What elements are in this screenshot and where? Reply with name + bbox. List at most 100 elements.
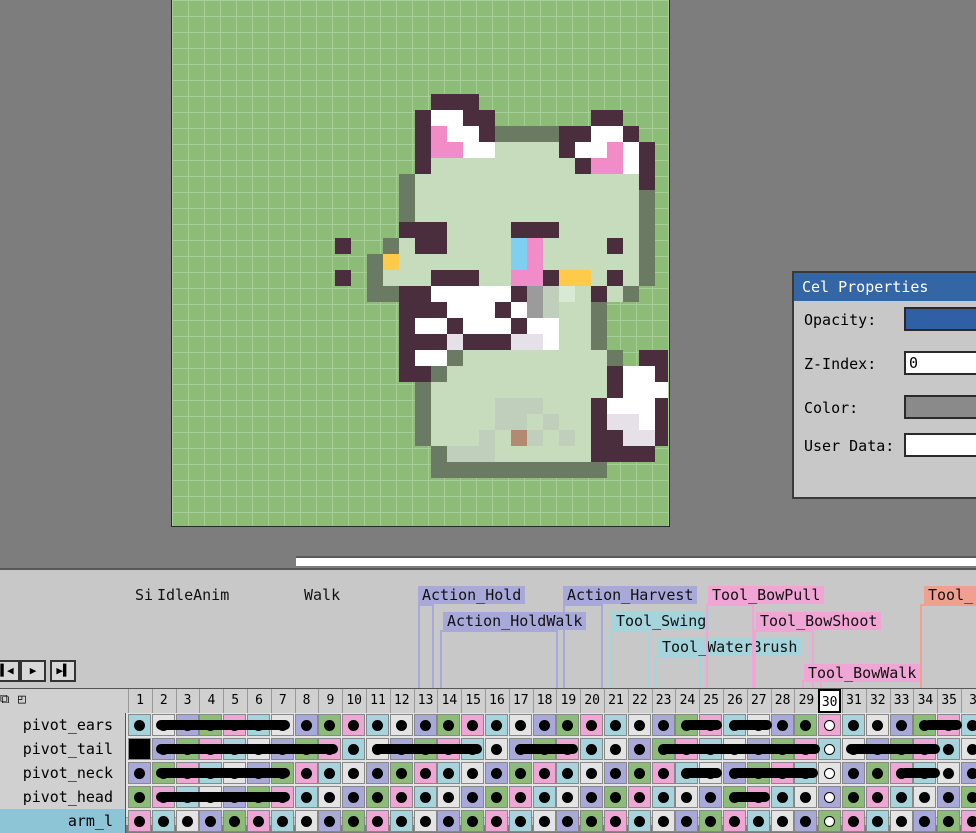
cel[interactable] bbox=[746, 810, 770, 832]
cel[interactable] bbox=[342, 810, 366, 832]
layer-row[interactable]: pivot_neck bbox=[0, 761, 976, 786]
cel[interactable] bbox=[580, 786, 604, 808]
cel[interactable] bbox=[437, 810, 461, 832]
last-frame-button[interactable]: ▶▌ bbox=[50, 660, 76, 682]
layer-row[interactable]: arm_l bbox=[0, 809, 976, 833]
cel[interactable] bbox=[461, 810, 485, 832]
cel[interactable] bbox=[389, 786, 413, 808]
frame-number[interactable]: 23 bbox=[651, 689, 675, 713]
frame-number[interactable]: 16 bbox=[485, 689, 508, 713]
cel[interactable] bbox=[770, 786, 794, 808]
cel-properties-window[interactable]: Cel Properties Opacity: Z-Index: 0 Color… bbox=[792, 271, 976, 499]
frame-number[interactable]: 15 bbox=[461, 689, 484, 713]
cel[interactable] bbox=[270, 810, 294, 832]
cel[interactable] bbox=[294, 762, 318, 784]
userdata-field[interactable] bbox=[904, 433, 976, 457]
canvas-area[interactable]: Cel Properties Opacity: Z-Index: 0 Color… bbox=[0, 0, 976, 568]
cel[interactable] bbox=[818, 762, 842, 784]
cel[interactable] bbox=[461, 786, 485, 808]
frame-number[interactable]: 17 bbox=[508, 689, 532, 713]
cel[interactable] bbox=[723, 810, 746, 832]
cel[interactable] bbox=[937, 810, 961, 832]
cel[interactable] bbox=[889, 810, 913, 832]
play-button[interactable]: ▶ bbox=[20, 660, 46, 682]
cel[interactable] bbox=[461, 714, 485, 736]
tag-label[interactable]: IdleAnim bbox=[153, 586, 234, 604]
frame-number[interactable]: 20 bbox=[580, 689, 603, 713]
cel[interactable] bbox=[913, 786, 937, 808]
tag-label[interactable]: Walk bbox=[300, 586, 345, 604]
cel[interactable] bbox=[366, 810, 389, 832]
cel[interactable] bbox=[889, 786, 913, 808]
frame-header[interactable]: ⧉ ◰ 1 2 3 4 5 6 7 8 9 10 11 12 13 14 15 16 17 18 19 20 21 22 2… bbox=[0, 688, 976, 714]
cel[interactable] bbox=[485, 810, 508, 832]
cel[interactable] bbox=[508, 786, 532, 808]
cel[interactable] bbox=[604, 738, 627, 760]
cel[interactable] bbox=[961, 738, 976, 760]
cel[interactable] bbox=[342, 738, 366, 760]
cel[interactable] bbox=[865, 810, 889, 832]
cel[interactable] bbox=[151, 810, 175, 832]
cel[interactable] bbox=[961, 810, 976, 832]
cel[interactable] bbox=[532, 810, 556, 832]
frame-number[interactable]: 24 bbox=[675, 689, 698, 713]
cel[interactable] bbox=[318, 810, 342, 832]
cel[interactable] bbox=[818, 786, 842, 808]
cel[interactable] bbox=[366, 786, 389, 808]
frame-number[interactable]: 19 bbox=[556, 689, 579, 713]
cel[interactable] bbox=[389, 810, 413, 832]
cel[interactable] bbox=[842, 762, 865, 784]
cel[interactable] bbox=[865, 786, 889, 808]
frame-number[interactable]: 32 bbox=[865, 689, 889, 713]
cel[interactable] bbox=[366, 714, 389, 736]
tag-label[interactable]: Action_Hold bbox=[418, 586, 526, 604]
timeline-panel[interactable]: Sit IdleAnim Walk Action_Hold Action_HoldWal… bbox=[0, 568, 976, 833]
window-title[interactable]: Cel Properties bbox=[794, 273, 976, 301]
cel[interactable] bbox=[699, 810, 723, 832]
cel[interactable] bbox=[128, 738, 151, 760]
frame-number[interactable]: 34 bbox=[913, 689, 936, 713]
layer-row[interactable]: pivot_head bbox=[0, 785, 976, 810]
frame-number[interactable]: 30 bbox=[818, 689, 842, 713]
cel[interactable] bbox=[604, 762, 627, 784]
tag-label[interactable]: Tool_Swing bbox=[612, 612, 711, 630]
cel[interactable] bbox=[413, 762, 437, 784]
cel[interactable] bbox=[413, 810, 437, 832]
cel[interactable] bbox=[485, 714, 508, 736]
cel[interactable] bbox=[532, 714, 556, 736]
cel[interactable] bbox=[556, 714, 580, 736]
cel[interactable] bbox=[128, 714, 151, 736]
cel[interactable] bbox=[580, 810, 604, 832]
cel[interactable] bbox=[556, 786, 580, 808]
layer-row[interactable]: pivot_tail bbox=[0, 737, 976, 762]
cel[interactable] bbox=[651, 762, 675, 784]
zindex-field[interactable]: 0 bbox=[904, 351, 976, 375]
cel[interactable] bbox=[865, 762, 889, 784]
cel[interactable] bbox=[651, 786, 675, 808]
cel[interactable] bbox=[604, 786, 627, 808]
cel[interactable] bbox=[651, 714, 675, 736]
cel[interactable] bbox=[580, 714, 604, 736]
cel[interactable] bbox=[842, 786, 865, 808]
frame-number[interactable]: 3 bbox=[175, 689, 199, 713]
cel[interactable] bbox=[937, 738, 961, 760]
cel[interactable] bbox=[437, 714, 461, 736]
color-picker[interactable] bbox=[904, 395, 976, 419]
cel[interactable] bbox=[627, 810, 651, 832]
cel[interactable] bbox=[532, 786, 556, 808]
cel[interactable] bbox=[937, 762, 961, 784]
frame-number[interactable]: 2 bbox=[151, 689, 175, 713]
tag-label[interactable]: Tool_BowPull bbox=[708, 586, 825, 604]
frame-number[interactable]: 9 bbox=[318, 689, 341, 713]
layer-name[interactable]: arm_l bbox=[0, 809, 126, 833]
cel[interactable] bbox=[437, 762, 461, 784]
cel[interactable] bbox=[294, 810, 318, 832]
frame-number[interactable]: 28 bbox=[770, 689, 794, 713]
cel[interactable] bbox=[627, 714, 651, 736]
layer-name[interactable]: pivot_head bbox=[0, 785, 126, 809]
cel[interactable] bbox=[675, 786, 699, 808]
cel[interactable] bbox=[389, 762, 413, 784]
link-cels-icon[interactable]: ⧉ bbox=[0, 692, 9, 707]
cel[interactable] bbox=[508, 810, 532, 832]
cel[interactable] bbox=[223, 810, 247, 832]
